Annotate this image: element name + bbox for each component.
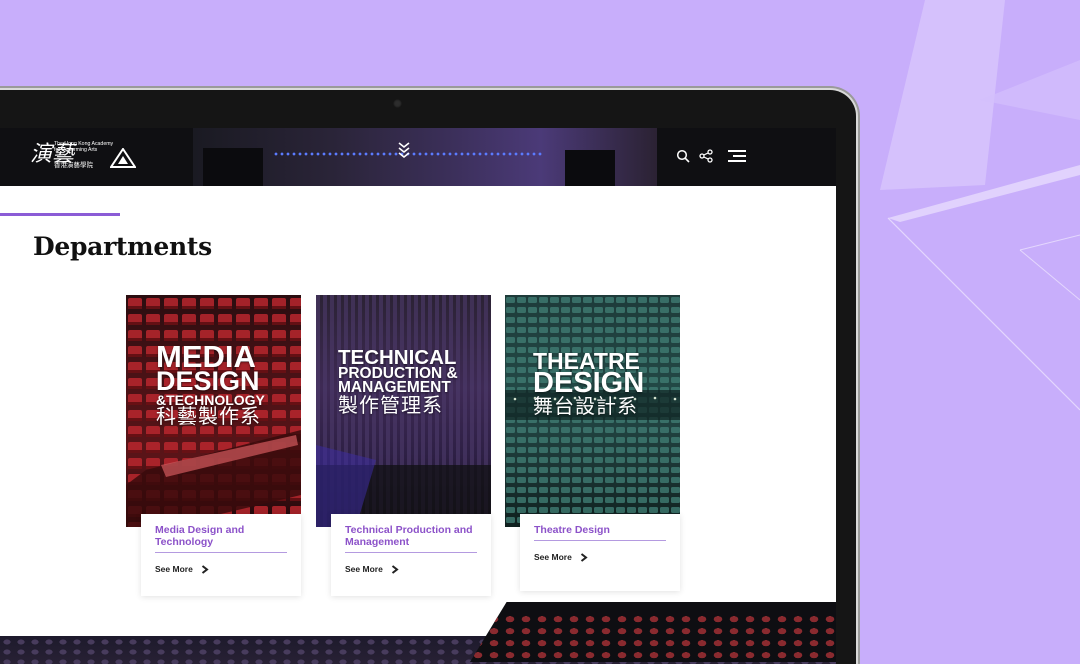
banner-stage-right [565, 150, 615, 186]
webcam [393, 99, 402, 108]
card-image[interactable]: TECHNICAL PRODUCTION & MANAGEMENT 製作管理系 [316, 295, 491, 527]
image-line: DESIGN [533, 367, 645, 400]
page-background: 演藝 The Hong Kong Academy for Performing … [0, 0, 1080, 664]
image-line-zh: 舞台設計系 [533, 395, 638, 418]
see-more-link[interactable]: See More [534, 552, 666, 562]
see-more-link[interactable]: See More [155, 564, 287, 574]
image-line-zh: 製作管理系 [338, 395, 443, 418]
card-caption-box: Media Design and Technology See More [141, 514, 301, 596]
see-more-label: See More [345, 564, 383, 574]
image-line: DESIGN [156, 366, 260, 397]
image-line: MANAGEMENT [338, 378, 451, 396]
image-line-zh: 科藝製作系 [156, 406, 261, 429]
page-title: Departments [33, 232, 212, 261]
banner-stage-left [203, 148, 263, 186]
arrow-right-icon [201, 564, 209, 574]
arrow-right-icon [580, 552, 588, 562]
site-header: 演藝 The Hong Kong Academy for Performing … [0, 128, 836, 186]
arrow-right-icon [391, 564, 399, 574]
bottom-banner-red-seats [470, 602, 836, 662]
chevrons-down-icon[interactable] [396, 140, 412, 162]
department-card-technical-production[interactable]: TECHNICAL PRODUCTION & MANAGEMENT 製作管理系 … [316, 295, 491, 596]
card-caption-box: Theatre Design See More [520, 514, 680, 591]
card-image-text: MEDIA DESIGN &TECHNOLOGY 科藝製作系 [156, 341, 301, 429]
search-icon[interactable] [675, 148, 691, 164]
image-line: &TECHNOLOGY [156, 392, 265, 409]
department-card-theatre-design[interactable]: THEATRE DESIGN 舞台設計系 Theatre Design See … [505, 295, 680, 591]
logo-name-zh: 香港演藝學院 [54, 162, 93, 169]
laptop-frame: 演藝 The Hong Kong Academy for Performing … [0, 90, 856, 664]
section-accent-line [0, 213, 120, 216]
academy-logo[interactable]: 演藝 The Hong Kong Academy for Performing … [30, 140, 140, 174]
see-more-link[interactable]: See More [345, 564, 477, 574]
card-title-link[interactable]: Theatre Design [534, 524, 666, 541]
card-title-link[interactable]: Media Design and Technology [155, 524, 287, 553]
see-more-label: See More [155, 564, 193, 574]
share-icon[interactable] [698, 148, 714, 164]
card-image[interactable]: MEDIA DESIGN &TECHNOLOGY 科藝製作系 [126, 295, 301, 527]
logo-mark-icon [110, 148, 136, 168]
card-title-link[interactable]: Technical Production and Management [345, 524, 477, 553]
browser-viewport: 演藝 The Hong Kong Academy for Performing … [0, 128, 836, 664]
bottom-red-seats-pattern [470, 612, 836, 662]
card-image[interactable]: THEATRE DESIGN 舞台設計系 [505, 295, 680, 527]
logo-name-en: The Hong Kong Academy for Performing Art… [54, 141, 114, 153]
card-image-text: THEATRE DESIGN 舞台設計系 [533, 349, 680, 418]
see-more-label: See More [534, 552, 572, 562]
card-caption-box: Technical Production and Management See … [331, 514, 491, 596]
menu-icon[interactable] [726, 148, 746, 164]
department-card-media-design[interactable]: MEDIA DESIGN &TECHNOLOGY 科藝製作系 Media Des… [126, 295, 301, 596]
card-image-text: TECHNICAL PRODUCTION & MANAGEMENT 製作管理系 [338, 347, 491, 418]
header-banner-image [193, 128, 657, 186]
